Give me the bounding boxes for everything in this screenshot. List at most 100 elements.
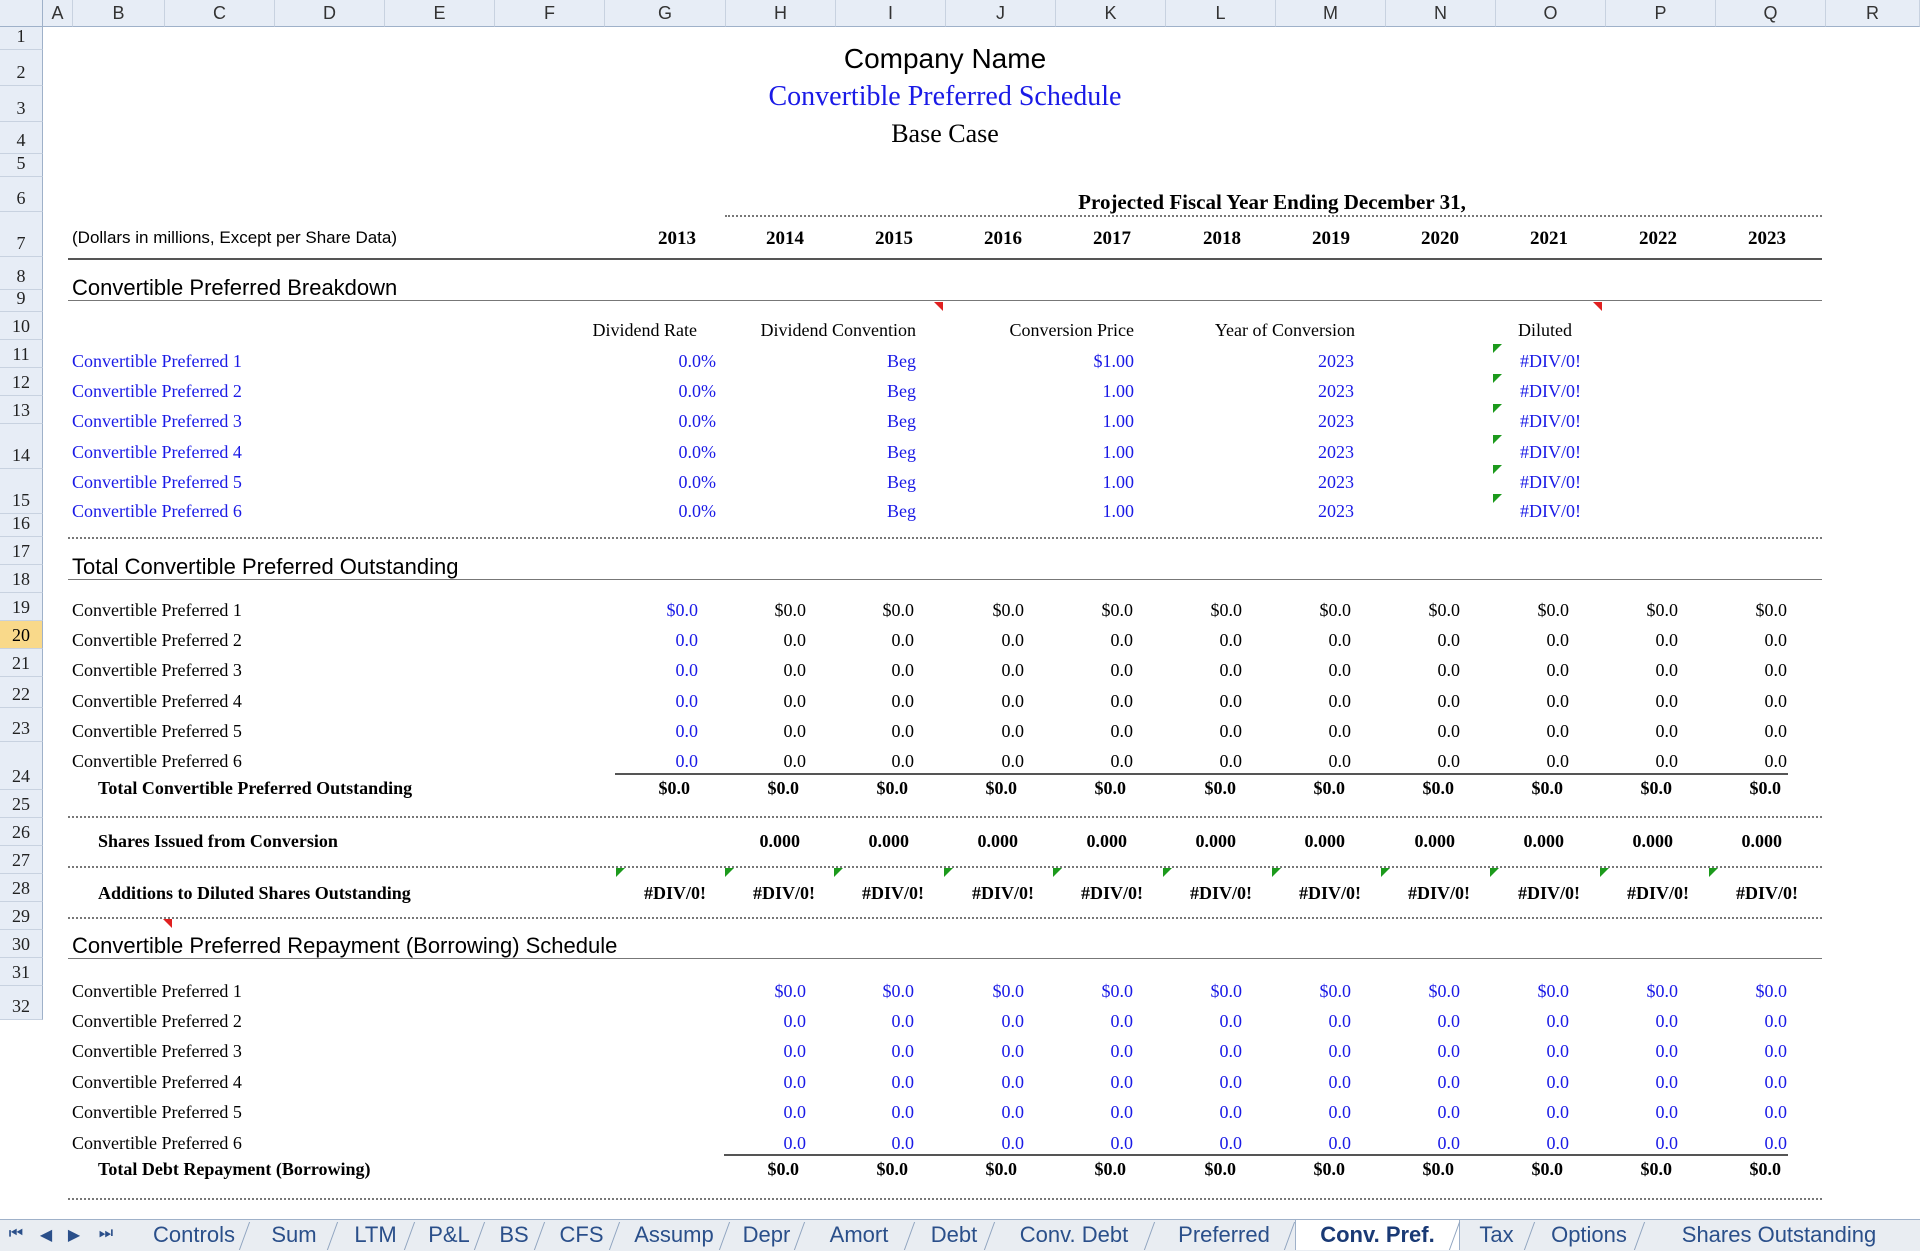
outstanding-value[interactable]: 0.0 (1220, 752, 1243, 770)
additions-diluted-value[interactable]: #DIV/0! (1518, 884, 1580, 902)
column-header-q[interactable]: Q (1716, 0, 1826, 27)
repayment-value[interactable]: $0.0 (775, 982, 807, 1000)
repayment-value[interactable]: $0.0 (1538, 982, 1570, 1000)
column-header-a[interactable]: A (43, 0, 73, 27)
outstanding-value[interactable]: $0.0 (1756, 601, 1788, 619)
outstanding-value[interactable]: $0.0 (1211, 601, 1243, 619)
shares-issued-value[interactable]: 0.000 (1742, 832, 1783, 850)
total-outstanding-value[interactable]: $0.0 (768, 779, 800, 797)
outstanding-value[interactable]: 0.0 (1547, 752, 1570, 770)
total-repayment-value[interactable]: $0.0 (1641, 1160, 1673, 1178)
sheet-tab-amort[interactable]: Amort (805, 1220, 913, 1250)
diluted-value[interactable]: #DIV/0! (1520, 352, 1581, 370)
outstanding-value[interactable]: 0.0 (676, 631, 699, 649)
prev-sheet-icon[interactable]: ◀ (36, 1225, 56, 1245)
year-header-2016[interactable]: 2016 (984, 229, 1022, 248)
row-header-13[interactable]: 13 (0, 396, 43, 424)
column-header-l[interactable]: L (1166, 0, 1276, 27)
additions-diluted-value[interactable]: #DIV/0! (1299, 884, 1361, 902)
repayment-value[interactable]: 0.0 (1111, 1012, 1134, 1030)
row-header-31[interactable]: 31 (0, 958, 43, 986)
sheet-tab-controls[interactable]: Controls (140, 1220, 248, 1250)
conversion-price-input[interactable]: 1.00 (1103, 382, 1135, 400)
total-outstanding-value[interactable]: $0.0 (986, 779, 1018, 797)
repayment-row-label[interactable]: Convertible Preferred 5 (72, 1103, 242, 1121)
shares-issued-value[interactable]: 0.000 (869, 832, 910, 850)
repayment-value[interactable]: 0.0 (784, 1012, 807, 1030)
diluted-value[interactable]: #DIV/0! (1520, 473, 1581, 491)
outstanding-value[interactable]: 0.0 (1656, 752, 1679, 770)
repayment-value[interactable]: 0.0 (1765, 1103, 1788, 1121)
dividend-rate-input[interactable]: 0.0% (679, 473, 717, 491)
first-sheet-icon[interactable]: ⏮ (6, 1225, 26, 1243)
breakdown-row-label[interactable]: Convertible Preferred 4 (72, 443, 242, 461)
dividend-rate-input[interactable]: 0.0% (679, 412, 717, 430)
last-sheet-icon[interactable]: ⏭ (96, 1225, 116, 1243)
shares-issued-value[interactable]: 0.000 (1415, 832, 1456, 850)
repayment-row-label[interactable]: Convertible Preferred 1 (72, 982, 242, 1000)
year-header-2023[interactable]: 2023 (1748, 229, 1786, 248)
outstanding-value[interactable]: 0.0 (1329, 631, 1352, 649)
year-header-2018[interactable]: 2018 (1203, 229, 1241, 248)
outstanding-value[interactable]: 0.0 (1547, 631, 1570, 649)
outstanding-row-label[interactable]: Convertible Preferred 3 (72, 661, 242, 679)
outstanding-value[interactable]: 0.0 (1438, 631, 1461, 649)
repayment-value[interactable]: 0.0 (892, 1103, 915, 1121)
repayment-value[interactable]: 0.0 (1547, 1134, 1570, 1152)
dividend-rate-input[interactable]: 0.0% (679, 382, 717, 400)
total-repayment-label[interactable]: Total Debt Repayment (Borrowing) (98, 1160, 371, 1178)
outstanding-value[interactable]: 0.0 (892, 692, 915, 710)
outstanding-value[interactable]: $0.0 (993, 601, 1025, 619)
outstanding-row-label[interactable]: Convertible Preferred 2 (72, 631, 242, 649)
sheet-tab-tax[interactable]: Tax (1460, 1220, 1533, 1250)
outstanding-value[interactable]: 0.0 (1547, 692, 1570, 710)
outstanding-value[interactable]: 0.0 (784, 752, 807, 770)
row-header-20[interactable]: 20 (0, 621, 43, 649)
diluted-value[interactable]: #DIV/0! (1520, 382, 1581, 400)
col-label-year-of-conversion[interactable]: Year of Conversion (1215, 321, 1355, 339)
dividend-convention-input[interactable]: Beg (887, 352, 916, 370)
total-repayment-value[interactable]: $0.0 (986, 1160, 1018, 1178)
outstanding-value[interactable]: 0.0 (1656, 661, 1679, 679)
repayment-value[interactable]: 0.0 (1002, 1042, 1025, 1060)
repayment-value[interactable]: 0.0 (892, 1073, 915, 1091)
repayment-value[interactable]: 0.0 (1329, 1012, 1352, 1030)
total-repayment-value[interactable]: $0.0 (1095, 1160, 1127, 1178)
row-header-6[interactable]: 6 (0, 177, 43, 212)
shares-issued-value[interactable]: 0.000 (1524, 832, 1565, 850)
outstanding-value[interactable]: $0.0 (1102, 601, 1134, 619)
sheet-tab-cfs[interactable]: CFS (545, 1220, 618, 1250)
outstanding-value[interactable]: 0.0 (1002, 722, 1025, 740)
col-label-diluted[interactable]: Diluted (1518, 321, 1572, 339)
repayment-value[interactable]: 0.0 (1002, 1012, 1025, 1030)
outstanding-value[interactable]: $0.0 (883, 601, 915, 619)
repayment-value[interactable]: 0.0 (1438, 1012, 1461, 1030)
repayment-value[interactable]: $0.0 (883, 982, 915, 1000)
outstanding-value[interactable]: $0.0 (775, 601, 807, 619)
outstanding-value[interactable]: 0.0 (784, 661, 807, 679)
sheet-tab-depr[interactable]: Depr (730, 1220, 803, 1250)
year-of-conversion-input[interactable]: 2023 (1318, 502, 1354, 520)
year-of-conversion-input[interactable]: 2023 (1318, 382, 1354, 400)
outstanding-value[interactable]: 0.0 (676, 661, 699, 679)
outstanding-value[interactable]: 0.0 (892, 752, 915, 770)
additions-diluted-value[interactable]: #DIV/0! (753, 884, 815, 902)
outstanding-value[interactable]: 0.0 (1111, 722, 1134, 740)
column-header-p[interactable]: P (1606, 0, 1716, 27)
outstanding-value[interactable]: 0.0 (1002, 692, 1025, 710)
outstanding-value[interactable]: 0.0 (1111, 661, 1134, 679)
year-header-2021[interactable]: 2021 (1530, 229, 1568, 248)
diluted-value[interactable]: #DIV/0! (1520, 443, 1581, 461)
schedule-title[interactable]: Convertible Preferred Schedule (745, 83, 1145, 111)
repayment-value[interactable]: 0.0 (1329, 1103, 1352, 1121)
outstanding-value[interactable]: 0.0 (1438, 722, 1461, 740)
additions-diluted-value[interactable]: #DIV/0! (1408, 884, 1470, 902)
additions-diluted-value[interactable]: #DIV/0! (972, 884, 1034, 902)
additions-diluted-value[interactable]: #DIV/0! (644, 884, 706, 902)
year-header-2019[interactable]: 2019 (1312, 229, 1350, 248)
row-header-18[interactable]: 18 (0, 565, 43, 593)
total-repayment-value[interactable]: $0.0 (1750, 1160, 1782, 1178)
year-header-2014[interactable]: 2014 (766, 229, 804, 248)
total-outstanding-value[interactable]: $0.0 (659, 779, 691, 797)
diluted-value[interactable]: #DIV/0! (1520, 412, 1581, 430)
